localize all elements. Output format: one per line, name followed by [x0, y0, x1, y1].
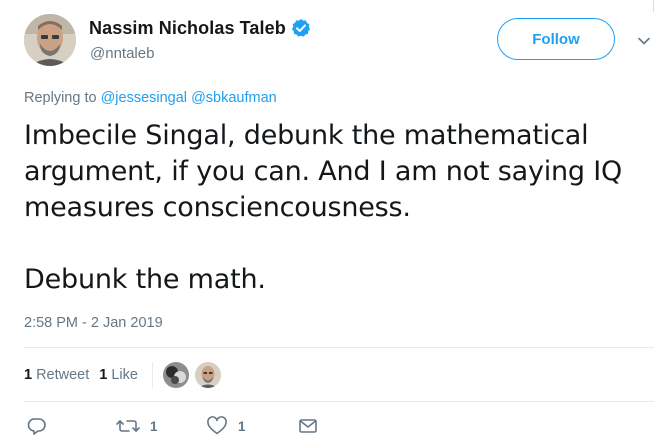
- reply-icon: [27, 416, 47, 436]
- like-stat[interactable]: 1 Like: [99, 367, 138, 383]
- like-count: 1: [99, 367, 108, 383]
- envelope-icon: [298, 416, 318, 436]
- follow-button[interactable]: Follow: [497, 18, 615, 60]
- tweet-paragraph: Debunk the math.: [24, 264, 266, 295]
- stats-separator: [151, 362, 153, 388]
- tweet: Nassim Nicholas Taleb @nntaleb Follow Re…: [0, 0, 668, 448]
- user-name[interactable]: Nassim Nicholas Taleb: [89, 18, 286, 39]
- verified-badge-icon: [291, 18, 311, 38]
- retweet-button[interactable]: 1: [116, 416, 158, 436]
- timestamp[interactable]: 2:58 PM - 2 Jan 2019: [24, 315, 163, 331]
- mention-link[interactable]: @jessesingal: [101, 90, 187, 106]
- user-handle[interactable]: @nntaleb: [90, 45, 154, 62]
- divider: [24, 347, 654, 348]
- divider: [24, 401, 654, 402]
- replying-prefix: Replying to: [24, 90, 97, 106]
- avatar[interactable]: [24, 14, 76, 66]
- liker-avatar[interactable]: [162, 362, 189, 388]
- like-action-count: 1: [238, 418, 246, 434]
- tweet-text: Imbecile Singal, debunk the mathematical…: [24, 118, 644, 298]
- retweet-icon: [116, 416, 140, 436]
- liker-avatar[interactable]: [194, 362, 221, 388]
- chevron-down-icon[interactable]: [636, 33, 652, 49]
- tweet-actions: 1 1: [0, 412, 668, 444]
- reply-button[interactable]: [27, 416, 47, 436]
- tweet-paragraph: Imbecile Singal, debunk the mathematical…: [24, 120, 623, 223]
- retweet-label: Retweet: [36, 367, 90, 383]
- mention-link[interactable]: @sbkaufman: [191, 90, 277, 106]
- retweet-stat[interactable]: 1 Retweet: [24, 367, 89, 383]
- replying-to: Replying to @jessesingal @sbkaufman: [24, 90, 277, 106]
- like-label: Like: [111, 367, 138, 383]
- liker-avatars: [162, 362, 227, 388]
- like-button[interactable]: 1: [206, 416, 246, 436]
- thread-line: [653, 0, 654, 12]
- direct-message-button[interactable]: [298, 416, 318, 436]
- heart-icon: [206, 416, 228, 436]
- tweet-stats: 1 Retweet 1 Like: [24, 362, 227, 388]
- user-name-row[interactable]: Nassim Nicholas Taleb: [89, 16, 311, 40]
- retweet-action-count: 1: [150, 418, 158, 434]
- retweet-count: 1: [24, 367, 33, 383]
